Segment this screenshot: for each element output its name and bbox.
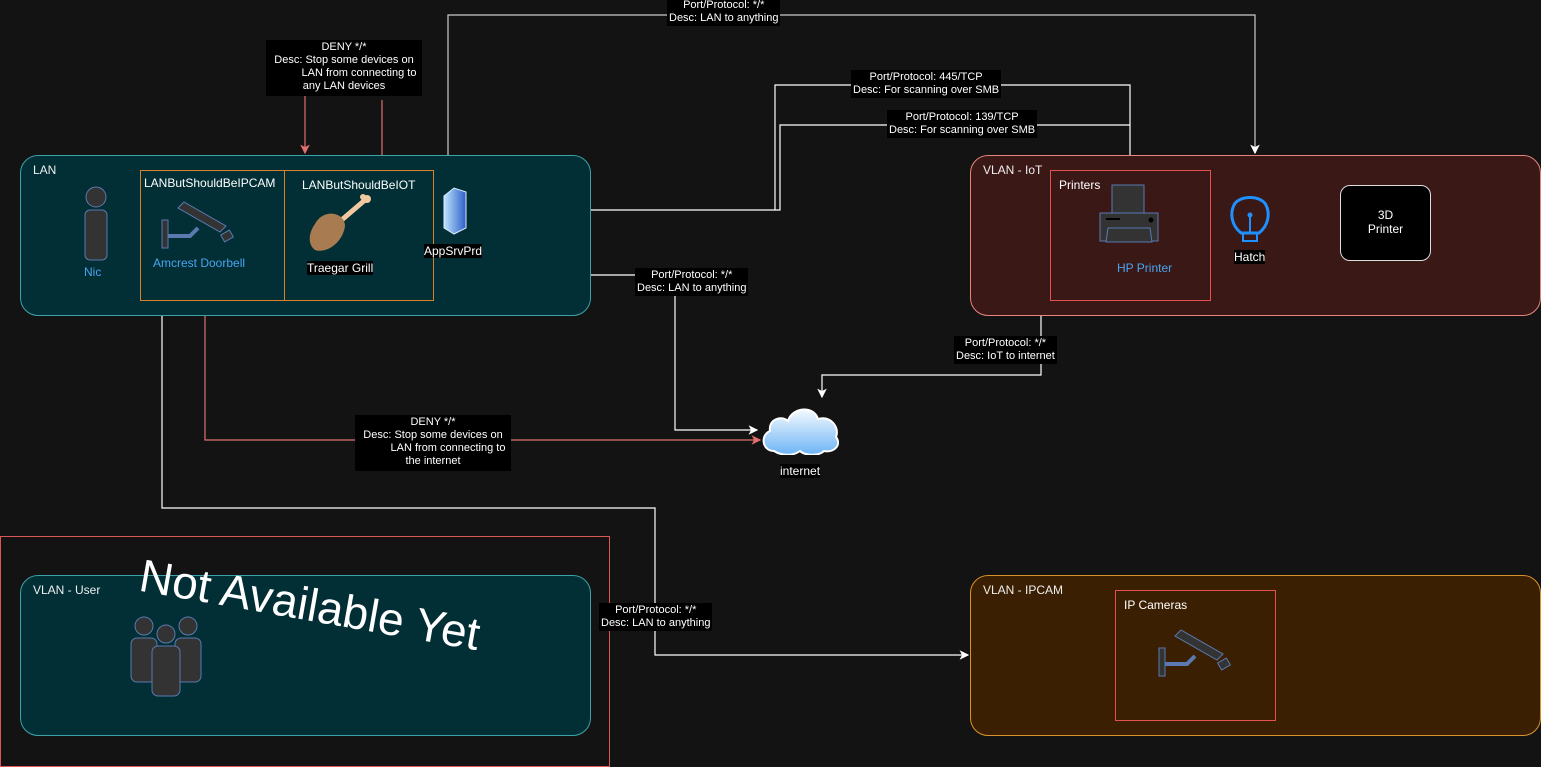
node-hatch[interactable]: Hatch [1234,250,1266,264]
label-line: Port/Protocol: */* [964,337,1047,349]
security-camera-icon [161,201,235,249]
label-line: Port/Protocol: */* [683,0,765,11]
node-3d-printer-line2: Printer [1367,222,1404,236]
cloud-icon [762,408,840,455]
label-line: the internet [405,455,461,467]
node-hp-printer[interactable]: HP Printer [1117,261,1172,275]
edge-label-iot-to-internet: Port/Protocol: */* Desc: IoT to internet [954,336,1057,364]
label-line: Desc: LAN to anything [601,617,711,629]
label-line: Port/Protocol: 139/TCP [905,111,1019,123]
label-line: LAN from connecting to [390,442,506,454]
label-line: LAN from connecting to [301,67,417,79]
lightbulb-icon [1230,196,1270,242]
edge-label-lan-to-ipcam: Port/Protocol: */* Desc: LAN to anything [599,603,713,631]
group-lan-iot-title: LANButShouldBeIOT [302,178,416,192]
zone-lan-title: LAN [33,163,57,177]
zone-iot-title: VLAN - IoT [983,163,1043,177]
label-line: Desc: LAN to anything [637,282,747,294]
node-doorbell[interactable]: Amcrest Doorbell [153,256,245,270]
user-icon [84,186,108,261]
node-appsrvprd[interactable]: AppSrvPrd [424,244,483,258]
label-line: DENY */* [410,416,456,428]
edge-label-lan-to-iot: Port/Protocol: */* Desc: LAN to anything [667,0,781,26]
label-line: Desc: Stop some devices on [363,429,503,441]
users-group-icon [130,616,202,697]
server-icon [443,187,467,235]
edge-label-lan-to-internet: Port/Protocol: */* Desc: LAN to anything [635,268,749,296]
drumstick-icon [309,194,371,251]
label-line: DENY */* [321,41,367,53]
label-line: Port/Protocol: 445/TCP [869,71,983,83]
edge-label-smb445: Port/Protocol: 445/TCP Desc: For scannin… [851,70,1002,98]
edge-lan-to-internet [590,274,759,435]
zone-user-title: VLAN - User [33,583,101,597]
node-3d-printer-line1: 3D [1377,208,1394,222]
label-line: Desc: LAN to anything [669,12,779,24]
node-nic[interactable]: Nic [84,265,101,279]
label-line: Desc: IoT to internet [956,350,1055,362]
label-line: Port/Protocol: */* [615,604,697,616]
printer-icon [1099,184,1159,243]
group-printers-title: Printers [1059,178,1101,192]
group-lan-ipcam-title: LANButShouldBeIPCAM [144,176,276,190]
node-3d-printer[interactable]: 3D Printer [1340,185,1431,261]
label-line: Desc: Stop some devices on [274,54,414,66]
label-line: any LAN devices [302,80,386,92]
zone-ipcam-title: VLAN - IPCAM [983,583,1064,597]
label-line: Port/Protocol: */* [651,269,733,281]
security-camera-icon [1158,629,1232,677]
group-ip-cameras-title: IP Cameras [1124,598,1188,612]
node-grill[interactable]: Traegar Grill [307,261,374,275]
label-line: Desc: For scanning over SMB [889,124,1036,136]
label-line: Desc: For scanning over SMB [853,84,1000,96]
edge-label-smb139: Port/Protocol: 139/TCP Desc: For scannin… [887,110,1038,138]
edge-label-deny-lan: DENY */* Desc: Stop some devices on LAN … [266,40,422,96]
node-internet[interactable]: internet [780,464,821,478]
edge-label-deny-internet: DENY */* Desc: Stop some devices on LAN … [355,415,511,471]
